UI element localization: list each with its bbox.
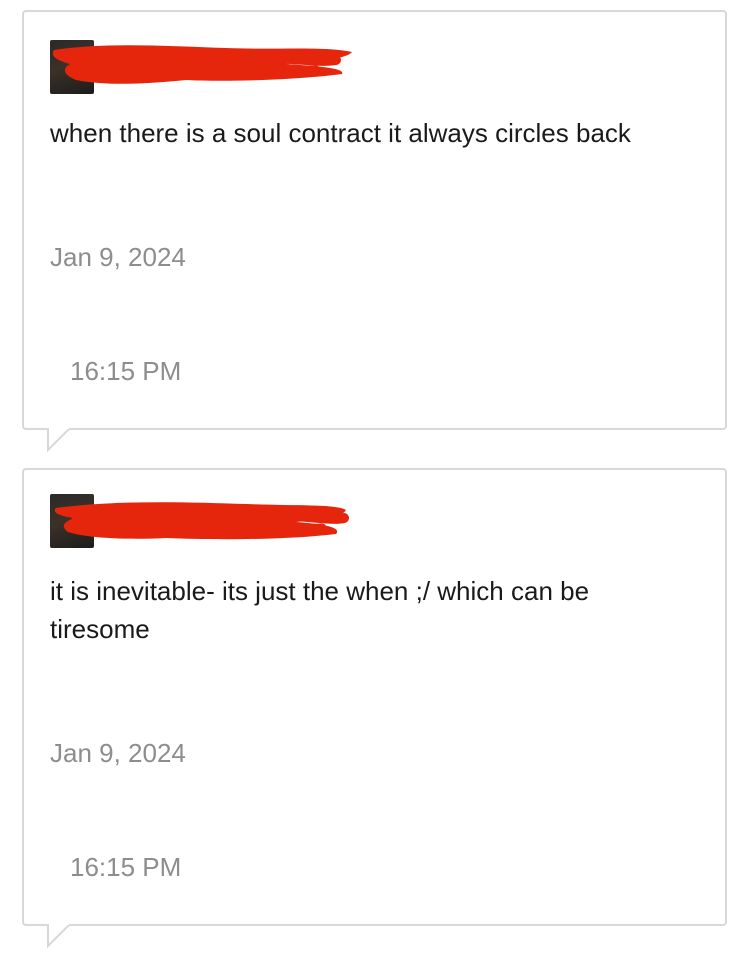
message-time: 16:15 PM: [70, 852, 182, 882]
message-time: 16:15 PM: [70, 356, 182, 386]
redaction-scribble: [52, 45, 352, 84]
message-bubble[interactable]: it is inevitable- its just the when ;/ w…: [22, 468, 727, 949]
redaction-scribble: [54, 502, 349, 540]
message-text: it is inevitable- its just the when ;/ w…: [50, 576, 590, 644]
bubble-tail: [47, 426, 71, 453]
bubble-tail: [47, 922, 71, 949]
sender-row: [50, 40, 352, 96]
sender-row: [50, 494, 349, 550]
message-bubble[interactable]: when there is a soul contract it always …: [22, 10, 727, 453]
message-date: Jan 9, 2024: [50, 738, 186, 768]
message-text: when there is a soul contract it always …: [50, 118, 631, 148]
message-date: Jan 9, 2024: [50, 242, 186, 272]
